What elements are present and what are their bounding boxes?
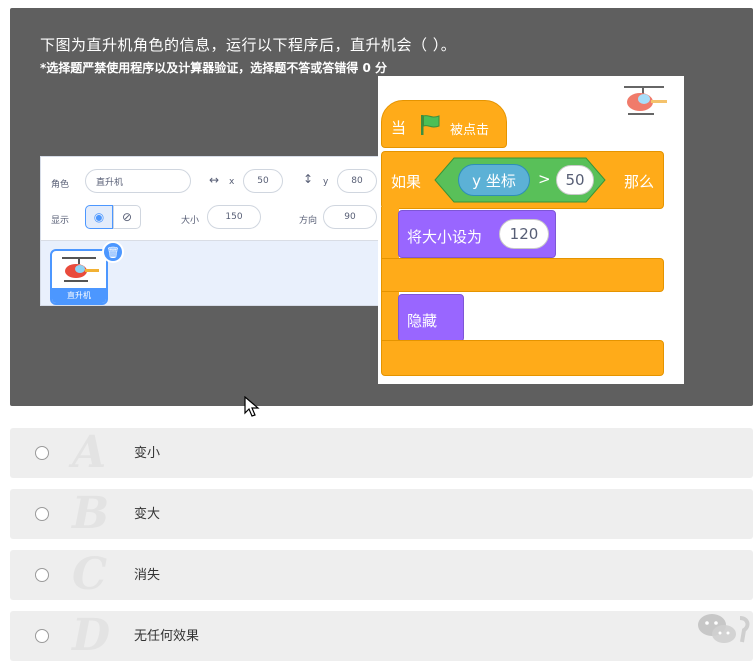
direction-input[interactable]: 90	[323, 205, 377, 229]
helicopter-sprite-icon	[624, 86, 667, 115]
y-position-reporter[interactable]: y 坐标	[458, 164, 530, 196]
set-size-block[interactable]: 将大小设为 120	[398, 210, 556, 258]
x-label: x	[229, 177, 235, 187]
compare-value-input[interactable]: 50	[556, 165, 594, 195]
then-text: 那么	[624, 173, 655, 191]
option-d-radio[interactable]	[35, 629, 49, 643]
option-b-radio[interactable]	[35, 507, 49, 521]
sprite-info-panel: 角色 直升机 ↔ x 50 ↕ y 80 显示 ◉ ⊘ 大小 150 方向 90	[40, 156, 380, 306]
operator-symbol: >	[538, 170, 551, 188]
option-c-letter: C	[72, 549, 108, 600]
option-d-letter: D	[72, 610, 111, 661]
option-b[interactable]: B 变大	[10, 489, 753, 539]
sprite-label: 角色	[51, 180, 70, 190]
hat-block-suffix: 被点击	[450, 123, 490, 138]
when-flag-clicked-block[interactable]: 当 被点击	[381, 100, 507, 148]
option-a[interactable]: A 变小	[10, 428, 753, 478]
sprite-thumbnail-label: 直升机	[52, 288, 106, 303]
show-label: 显示	[51, 216, 70, 226]
if-text: 如果	[391, 173, 422, 191]
direction-label: 方向	[299, 216, 318, 226]
delete-sprite-button[interactable]: 🗑	[102, 241, 124, 263]
mouse-cursor-icon	[244, 396, 260, 417]
set-size-text: 将大小设为	[407, 228, 483, 246]
y-label: y	[323, 177, 329, 187]
option-a-radio[interactable]	[35, 446, 49, 460]
option-c[interactable]: C 消失	[10, 550, 753, 600]
sprite-thumbnail[interactable]: 直升机	[50, 249, 108, 305]
eye-icon: ◉	[93, 210, 105, 224]
set-size-value-input[interactable]: 120	[499, 219, 549, 249]
show-visible-button[interactable]: ◉	[85, 205, 113, 229]
hide-text: 隐藏	[407, 312, 438, 330]
option-b-letter: B	[72, 488, 110, 539]
option-c-radio[interactable]	[35, 568, 49, 582]
x-arrows-icon: ↔	[209, 173, 220, 187]
y-arrows-icon: ↕	[303, 172, 314, 186]
option-a-text: 变小	[134, 446, 161, 461]
option-d-text: 无任何效果	[134, 629, 200, 644]
hide-block[interactable]: 隐藏	[398, 294, 464, 342]
wechat-watermark-icon	[698, 614, 750, 643]
y-input[interactable]: 80	[337, 169, 377, 193]
size-label: 大小	[181, 216, 200, 226]
option-d[interactable]: D 无任何效果	[10, 611, 753, 661]
sprite-properties: 角色 直升机 ↔ x 50 ↕ y 80 显示 ◉ ⊘ 大小 150 方向 90	[41, 157, 379, 241]
if-block-divider	[381, 258, 664, 292]
if-then-block[interactable]: 如果 y 坐标 > 50 那么	[381, 151, 664, 209]
sprite-name-input[interactable]: 直升机	[85, 169, 191, 193]
green-flag-icon	[421, 115, 440, 135]
option-a-letter: A	[72, 427, 107, 478]
option-b-text: 变大	[134, 507, 161, 522]
trash-icon: 🗑	[106, 245, 120, 259]
show-hidden-button[interactable]: ⊘	[113, 205, 141, 229]
hat-block-text: 当	[391, 119, 407, 137]
question-text: 下图为直升机角色的信息，运行以下程序后，直升机会（ ）。	[40, 36, 457, 54]
greater-than-operator[interactable]: y 坐标 > 50	[434, 157, 606, 203]
option-c-text: 消失	[134, 568, 161, 583]
if-block-bottom	[381, 340, 664, 376]
helicopter-icon	[62, 257, 99, 282]
x-input[interactable]: 50	[243, 169, 283, 193]
eye-slash-icon: ⊘	[121, 210, 133, 224]
question-note: *选择题严禁使用程序以及计算器验证，选择题不答或答错得 0 分	[40, 61, 387, 75]
code-area: 当 被点击 如果 y 坐标 > 50 那么 将大小设为 120 隐藏	[378, 76, 684, 384]
size-input[interactable]: 150	[207, 205, 261, 229]
